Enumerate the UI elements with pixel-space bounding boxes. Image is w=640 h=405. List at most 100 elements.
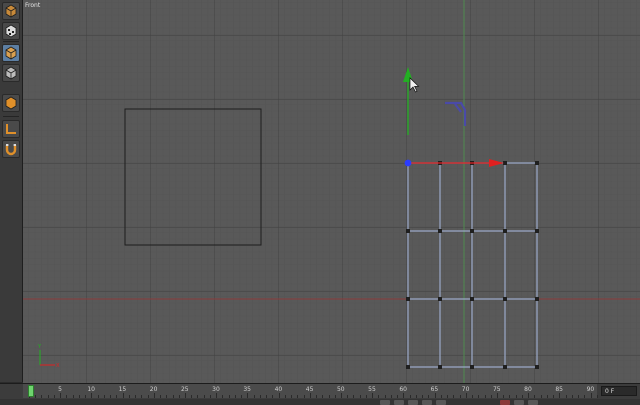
- timeline-bar: 5 10 15 20 25 30 35 40 45 50 55 60 65 70 75 80 85 90 0 F: [0, 383, 640, 405]
- timeline-tick: [53, 395, 55, 398]
- timeline-tick: [397, 395, 399, 398]
- timeline-ruler[interactable]: 5 10 15 20 25 30 35 40 45 50 55 60 65 70 75 80 85 90: [23, 384, 598, 398]
- timeline-tick: [497, 393, 498, 398]
- timeline-tick: [440, 395, 442, 398]
- viewport-title[interactable]: Front: [25, 2, 40, 9]
- timeline-tick: [565, 395, 567, 398]
- play-button[interactable]: [408, 400, 418, 405]
- timeline-tick: [85, 395, 87, 398]
- timeline-tick: [172, 395, 174, 398]
- model-mode-icon[interactable]: [2, 44, 20, 62]
- timeline-tick: [153, 393, 155, 398]
- svg-text:X: X: [56, 363, 60, 369]
- timeline-tick: [434, 393, 436, 398]
- timeline-tick: [72, 395, 74, 398]
- timeline-tick-label: 70: [461, 386, 470, 393]
- tool-palette: [0, 0, 23, 382]
- object-mode-icon[interactable]: [2, 64, 20, 82]
- timeline-tick: [247, 393, 249, 398]
- next-frame-button[interactable]: [422, 400, 432, 405]
- timeline-tick: [128, 395, 130, 398]
- timeline-tick: [291, 395, 293, 398]
- timeline-tick: [553, 395, 555, 398]
- timeline-tick: [428, 395, 430, 398]
- timeline-tick: [353, 395, 355, 398]
- timeline-tick: [509, 395, 511, 398]
- timeline-tick: [272, 395, 274, 398]
- separator: [3, 116, 19, 117]
- record-button[interactable]: [500, 400, 510, 405]
- timeline-tick: [478, 395, 480, 398]
- timeline-tick: [584, 395, 586, 398]
- current-frame-field[interactable]: 0 F: [601, 386, 637, 396]
- timeline-tick: [347, 395, 349, 398]
- timeline-tick-label: 10: [87, 386, 96, 393]
- timeline-tick: [322, 395, 324, 398]
- timeline-tick: [166, 395, 168, 398]
- timeline-tick: [571, 395, 573, 398]
- timeline-tick: [47, 395, 49, 398]
- timeline-tick: [278, 393, 280, 398]
- timeline-tick-label: 50: [336, 386, 345, 393]
- magnet-icon[interactable]: [2, 140, 20, 158]
- timeline-tick: [484, 395, 486, 398]
- timeline-tick: [253, 395, 255, 398]
- timeline-tick-label: 30: [212, 386, 220, 393]
- timeline-tick: [135, 395, 137, 398]
- timeline-tick-label: 40: [274, 386, 283, 393]
- autokey-button[interactable]: [528, 400, 538, 405]
- timeline-tick: [403, 393, 405, 398]
- timeline-tick: [341, 393, 342, 398]
- timeline-tick: [191, 395, 193, 398]
- timeline-tick: [540, 395, 542, 398]
- timeline-tick-label: 65: [430, 386, 439, 393]
- timeline-tick: [534, 395, 536, 398]
- texture-mode-icon[interactable]: [2, 94, 20, 112]
- timeline-tick: [147, 395, 149, 398]
- timeline-tick: [234, 395, 236, 398]
- timeline-tick: [241, 395, 243, 398]
- major-grid: [23, 0, 640, 383]
- timeline-tick: [415, 395, 417, 398]
- timeline-tick: [160, 395, 162, 398]
- axis-mode-icon[interactable]: [2, 120, 20, 138]
- timeline-tick: [297, 395, 299, 398]
- timeline-tick: [459, 395, 461, 398]
- timeline-tick: [41, 395, 43, 398]
- timeline-tick: [453, 395, 455, 398]
- timeline-tick: [521, 395, 523, 398]
- timeline-tick: [334, 395, 336, 398]
- timeline-tick: [178, 395, 180, 398]
- checker-cube-icon[interactable]: [2, 22, 20, 40]
- keyframe-button[interactable]: [514, 400, 524, 405]
- timeline-tick-label: 85: [555, 386, 564, 393]
- timeline-tick-label: 20: [149, 386, 158, 393]
- spline-start-point[interactable]: [404, 159, 412, 167]
- timeline-tick: [578, 395, 580, 398]
- prev-frame-button[interactable]: [394, 400, 404, 405]
- timeline-tick: [222, 395, 224, 398]
- timeline-tick: [228, 395, 230, 398]
- timeline-tick: [216, 393, 218, 398]
- timeline-tick: [309, 393, 311, 398]
- timeline-tick-label: 45: [305, 386, 314, 393]
- timeline-tick: [66, 395, 68, 398]
- timeline-tick: [503, 395, 505, 398]
- timeline-tick: [490, 395, 492, 398]
- playback-controls: [0, 399, 640, 405]
- cube-tool-icon[interactable]: [2, 2, 20, 20]
- timeline-tick-label: 80: [524, 386, 532, 393]
- timeline-tick: [122, 393, 124, 398]
- timeline-tick: [316, 395, 318, 398]
- timeline-tick: [203, 395, 205, 398]
- timeline-tick: [97, 395, 99, 398]
- front-viewport[interactable]: Y X Front: [23, 0, 640, 383]
- timeline-tick-label: 60: [399, 386, 408, 393]
- timeline-tick: [384, 395, 386, 398]
- first-frame-button[interactable]: [380, 400, 390, 405]
- timeline-tick-label: 55: [368, 386, 376, 393]
- timeline-playhead[interactable]: [28, 385, 34, 397]
- timeline-tick-label: 35: [243, 386, 252, 393]
- last-frame-button[interactable]: [436, 400, 446, 405]
- timeline-tick: [590, 393, 592, 398]
